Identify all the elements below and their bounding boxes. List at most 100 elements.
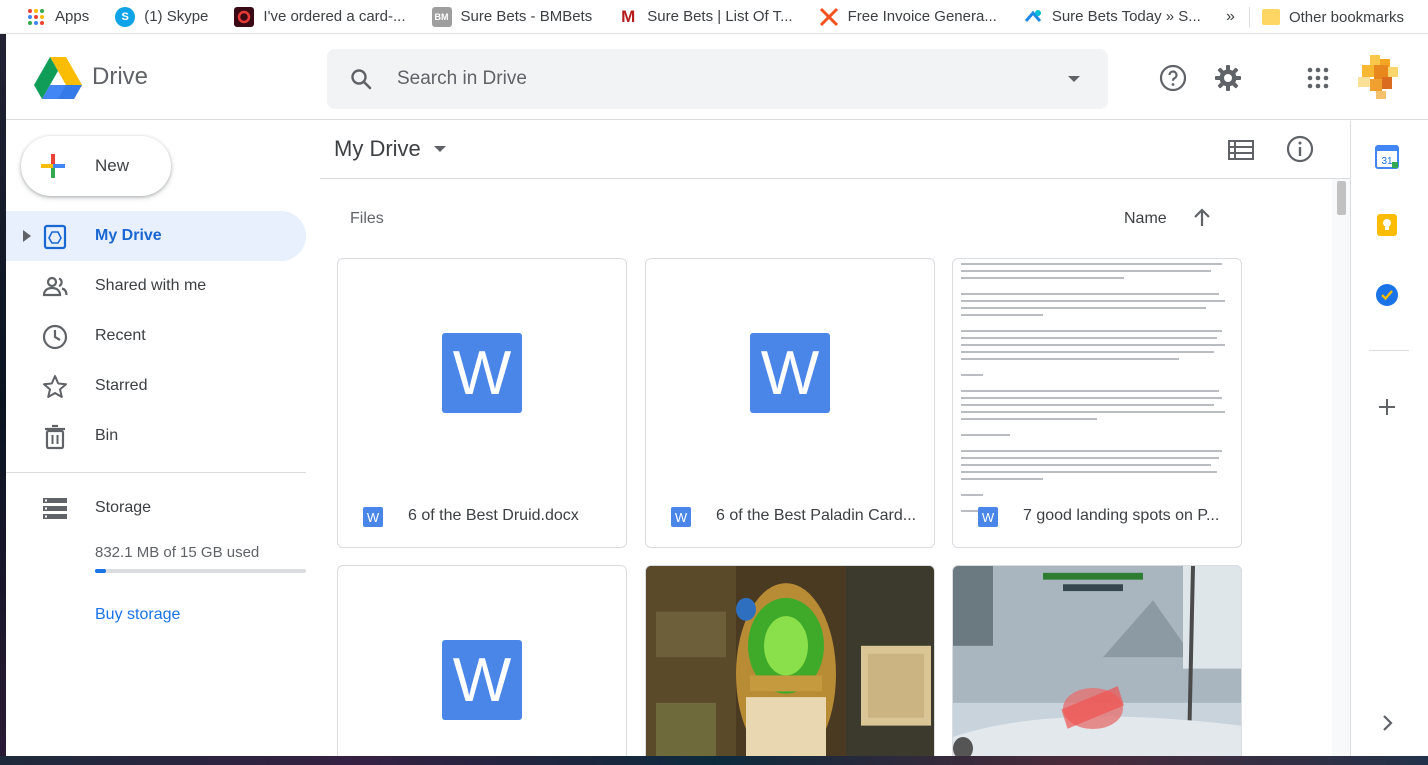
image-thumbnail [953,566,1241,764]
site-favicon-icon [234,6,255,27]
file-name: 6 of the Best Paladin Card... [716,507,917,524]
file-card[interactable] [645,565,935,765]
sidebar-item-my-drive[interactable]: My Drive [6,211,306,261]
bookmark-sure-bets-list[interactable]: M Sure Bets | List Of T... [592,0,792,34]
app-brand[interactable]: Drive [92,63,148,91]
files-section-label: Files [350,210,384,227]
document-preview [961,263,1233,517]
storage-progress-fill [95,569,107,573]
scrollbar-thumb[interactable] [1337,181,1346,215]
sidebar-item-shared[interactable]: Shared with me [6,261,306,311]
add-icon[interactable] [1375,395,1399,419]
settings-button[interactable] [1212,62,1244,94]
new-button-label: New [95,156,130,175]
storage-label[interactable]: Storage [95,499,151,517]
desktop-edge [0,756,1428,765]
search-icon[interactable] [349,67,373,91]
file-card[interactable]: W W 6 of the Best Paladin Card... [645,258,935,548]
apps-grid-icon [1307,67,1329,89]
bookmark-label: Sure Bets | List Of T... [647,8,793,25]
sidebar-item-starred[interactable]: Starred [6,361,306,411]
scrollbar[interactable] [1332,179,1350,756]
file-thumbnail: W [338,259,626,487]
bookmark-label: (1) Skype [144,8,209,25]
help-icon [1159,64,1187,92]
file-name-row: W 6 of the Best Paladin Card... [646,487,934,547]
storage-icon [43,498,67,519]
plus-icon [41,154,65,178]
file-card[interactable]: W W 6 of the Best Druid.docx [337,258,627,548]
skype-icon: S [115,6,136,27]
word-small-icon: W [363,507,383,527]
file-card[interactable]: W [337,565,627,765]
bookmark-bmbets[interactable]: BM Sure Bets - BMBets [406,0,593,34]
word-doc-icon: W [442,640,522,720]
file-name: 7 good landing spots on P... [1023,507,1220,524]
sidebar-item-label: Starred [95,377,148,394]
word-small-icon: W [671,507,691,527]
search-box[interactable] [327,49,1108,109]
surebets-favicon-icon [1023,7,1043,27]
sidebar-item-label: Recent [95,327,146,344]
word-doc-icon: W [442,333,522,413]
bookmarks-bar: Apps S (1) Skype I've ordered a card-...… [0,0,1428,34]
tasks-icon[interactable] [1375,283,1399,307]
bookmark-invoice[interactable]: Free Invoice Genera... [793,0,997,34]
sidebar-item-recent[interactable]: Recent [6,311,306,361]
sort-by-name-button[interactable]: Name [1124,210,1167,228]
bookmarks-overflow-button[interactable]: » [1226,8,1249,26]
page-title[interactable]: My Drive [334,136,421,162]
app-header: Drive [6,35,1428,120]
search-input[interactable] [397,66,1037,92]
help-button[interactable] [1157,62,1189,94]
bookmark-sure-bets-today[interactable]: Sure Bets Today » S... [997,0,1201,34]
side-panel: 31 [1350,121,1428,756]
storage-progress-bar [95,569,306,573]
chevron-down-icon[interactable] [433,144,447,154]
bookmarks-divider [1248,7,1250,27]
calendar-day: 31 [1381,156,1393,167]
main-content: My Drive Files Name W W 6 of the Best Dr… [320,121,1350,765]
file-card[interactable] [952,565,1242,765]
clock-icon [42,324,68,350]
my-drive-icon [43,224,67,250]
bookmark-label: Free Invoice Genera... [847,8,997,25]
list-view-icon[interactable] [1228,138,1254,162]
bookmark-apps[interactable]: Apps [0,0,89,34]
keep-icon[interactable] [1375,213,1399,237]
invoice-favicon-icon [819,7,839,27]
drive-logo-icon[interactable] [34,57,82,99]
google-apps-button[interactable] [1302,62,1334,94]
bookmark-label: Apps [55,8,90,25]
bookmark-label: Sure Bets - BMBets [460,8,593,25]
sidebar-item-label: Shared with me [95,277,207,294]
search-options-icon[interactable] [1064,69,1084,89]
bookmark-label: I've ordered a card-... [263,8,406,25]
new-button[interactable]: New [21,136,171,196]
sidebar-divider [6,472,306,473]
title-bar: My Drive [320,121,1350,179]
file-thumbnail: W [646,259,934,487]
sidebar-item-label: My Drive [95,227,162,244]
sidebar-item-bin[interactable]: Bin [6,411,306,461]
expand-caret-icon[interactable] [22,229,32,243]
image-thumbnail [646,566,934,764]
arrow-up-icon[interactable] [1191,207,1213,229]
bookmark-skype[interactable]: S (1) Skype [89,0,208,34]
chevron-right-icon[interactable] [1375,711,1399,735]
bookmark-label: Sure Bets Today » S... [1051,8,1201,25]
buy-storage-link[interactable]: Buy storage [95,606,180,624]
word-doc-icon: W [750,333,830,413]
calendar-icon[interactable]: 31 [1375,145,1399,169]
folder-icon [1261,9,1280,25]
file-name-row: W 6 of the Best Druid.docx [338,487,626,547]
info-icon[interactable] [1286,135,1314,163]
trash-icon [45,424,65,450]
bookmark-card-order[interactable]: I've ordered a card-... [208,0,406,34]
apps-grid-icon [26,7,46,27]
file-card[interactable]: W 7 good landing spots on P... [952,258,1242,548]
bookmark-other[interactable]: Other bookmarks [1261,0,1428,34]
file-thumbnail [953,259,1241,512]
avatar[interactable] [1356,55,1400,99]
file-thumbnail: W [338,566,626,764]
